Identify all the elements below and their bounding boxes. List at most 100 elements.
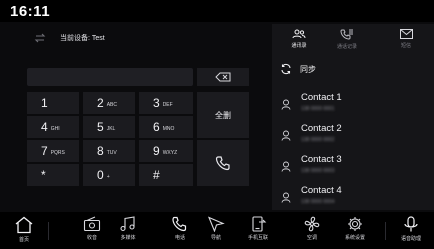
key-letters: PQRS [50,150,65,156]
key-digit: 7 [41,144,48,158]
fan-icon [303,216,321,232]
mail-icon [399,29,413,39]
key-letters: DEF [162,102,173,108]
contact-item[interactable]: Contact 2 138 0000 0002 [272,119,434,149]
key-1[interactable]: 1 [27,92,79,114]
switch-device-icon [34,32,46,44]
phone-icon [215,155,231,171]
dock-divider [385,222,386,240]
current-device[interactable]: 当前设备: Test [34,30,105,46]
person-icon [281,161,291,172]
person-icon [281,130,291,141]
key-digit: 0 [97,168,104,182]
dock-label: 首页 [18,237,29,243]
person-icon [281,192,291,203]
dock-radio[interactable]: 收音 [72,216,112,246]
contact-number: 138 0000 0002 [301,137,335,143]
dock-phone-link[interactable]: 手机互联 [238,216,278,246]
call-log-icon [340,29,354,40]
dock-navigation[interactable]: 导航 [196,216,236,246]
backspace-icon [215,72,231,82]
key-letters: TUV [106,150,117,156]
key-letters: WXYZ [162,150,178,156]
key-8[interactable]: 8 TUV [83,140,135,162]
key-3[interactable]: 3 DEF [139,92,193,114]
key-star[interactable]: * [27,164,79,186]
key-digit: * [41,168,46,182]
tab-label: 通话记录 [336,43,357,50]
microphone-icon [402,216,420,233]
dock-climate[interactable]: 空调 [292,216,332,246]
key-6[interactable]: 6 MNO [139,116,193,138]
key-letters: MNO [162,126,175,132]
contact-number: 138 0000 0004 [301,199,335,205]
music-icon [119,216,137,232]
contacts-icon [292,29,306,39]
tab-call-history[interactable]: 通话记录 [324,24,370,54]
contact-name: Contact 3 [301,154,342,165]
clock: 16:11 [10,3,51,20]
dock-label: 手机互联 [247,235,268,241]
radio-icon [83,216,101,232]
contact-name: Contact 2 [301,123,342,134]
key-letters: JKL [106,126,116,132]
dock-divider [48,222,49,240]
navigation-icon [207,216,225,232]
key-letters: ABC [106,102,117,108]
clear-all-button[interactable]: 全删 [197,92,249,138]
dock-label: 收音 [86,235,97,241]
key-digit: 1 [41,96,48,110]
backspace-button[interactable] [197,68,249,86]
key-digit: 4 [41,120,48,134]
tab-contacts[interactable]: 通讯录 [276,24,322,54]
status-bar [0,0,434,22]
contact-name: Contact 1 [301,92,342,103]
tab-sms[interactable]: 短信 [383,24,429,54]
settings-icon [346,216,364,232]
dock-label: 语音助理 [400,236,421,242]
call-button[interactable] [197,140,249,186]
contact-item[interactable]: Contact 1 138 0000 0001 [272,88,434,118]
clear-all-label: 全删 [215,110,231,120]
person-icon [281,99,291,110]
contact-item[interactable]: Contact 4 138 0000 0004 [272,181,434,211]
key-9[interactable]: 9 WXYZ [139,140,193,162]
dock-label: 导航 [210,235,221,241]
sync-button[interactable]: 同步 [280,63,316,75]
sync-label: 同步 [300,64,316,74]
tab-label: 短信 [400,43,411,49]
key-digit: 3 [153,96,160,110]
dock-home[interactable]: 首页 [4,216,44,246]
dock-label: 多媒体 [120,235,136,241]
key-5[interactable]: 5 JKL [83,116,135,138]
key-digit: 5 [97,120,104,134]
key-2[interactable]: 2 ABC [83,92,135,114]
number-input[interactable] [27,68,193,86]
key-hash[interactable]: # [139,164,193,186]
key-0[interactable]: 0 + [83,164,135,186]
dock-voice-assistant[interactable]: 语音助理 [391,216,431,246]
key-letters: GHI [50,126,60,132]
dock-label: 空调 [306,235,317,241]
dock-phone[interactable]: 电话 [160,216,200,246]
contact-number: 138 0000 0001 [301,106,335,112]
key-digit: 9 [153,144,160,158]
key-digit: # [153,168,160,182]
dock-media[interactable]: 多媒体 [108,216,148,246]
key-4[interactable]: 4 GHI [27,116,79,138]
dock-label: 系统设置 [344,235,365,241]
key-letters: + [106,174,110,180]
contact-item[interactable]: Contact 3 138 0000 0003 [272,150,434,180]
current-device-label: 当前设备: Test [60,35,105,42]
key-7[interactable]: 7 PQRS [27,140,79,162]
key-digit: 6 [153,120,160,134]
key-digit: 8 [97,144,104,158]
tab-label: 通讯录 [291,43,307,49]
dock-settings[interactable]: 系统设置 [335,216,375,246]
phone-icon [171,216,189,232]
key-digit: 2 [97,96,104,110]
sync-icon [280,63,292,75]
contact-number: 138 0000 0003 [301,168,335,174]
home-icon [14,216,34,234]
phone-link-icon [249,216,267,232]
